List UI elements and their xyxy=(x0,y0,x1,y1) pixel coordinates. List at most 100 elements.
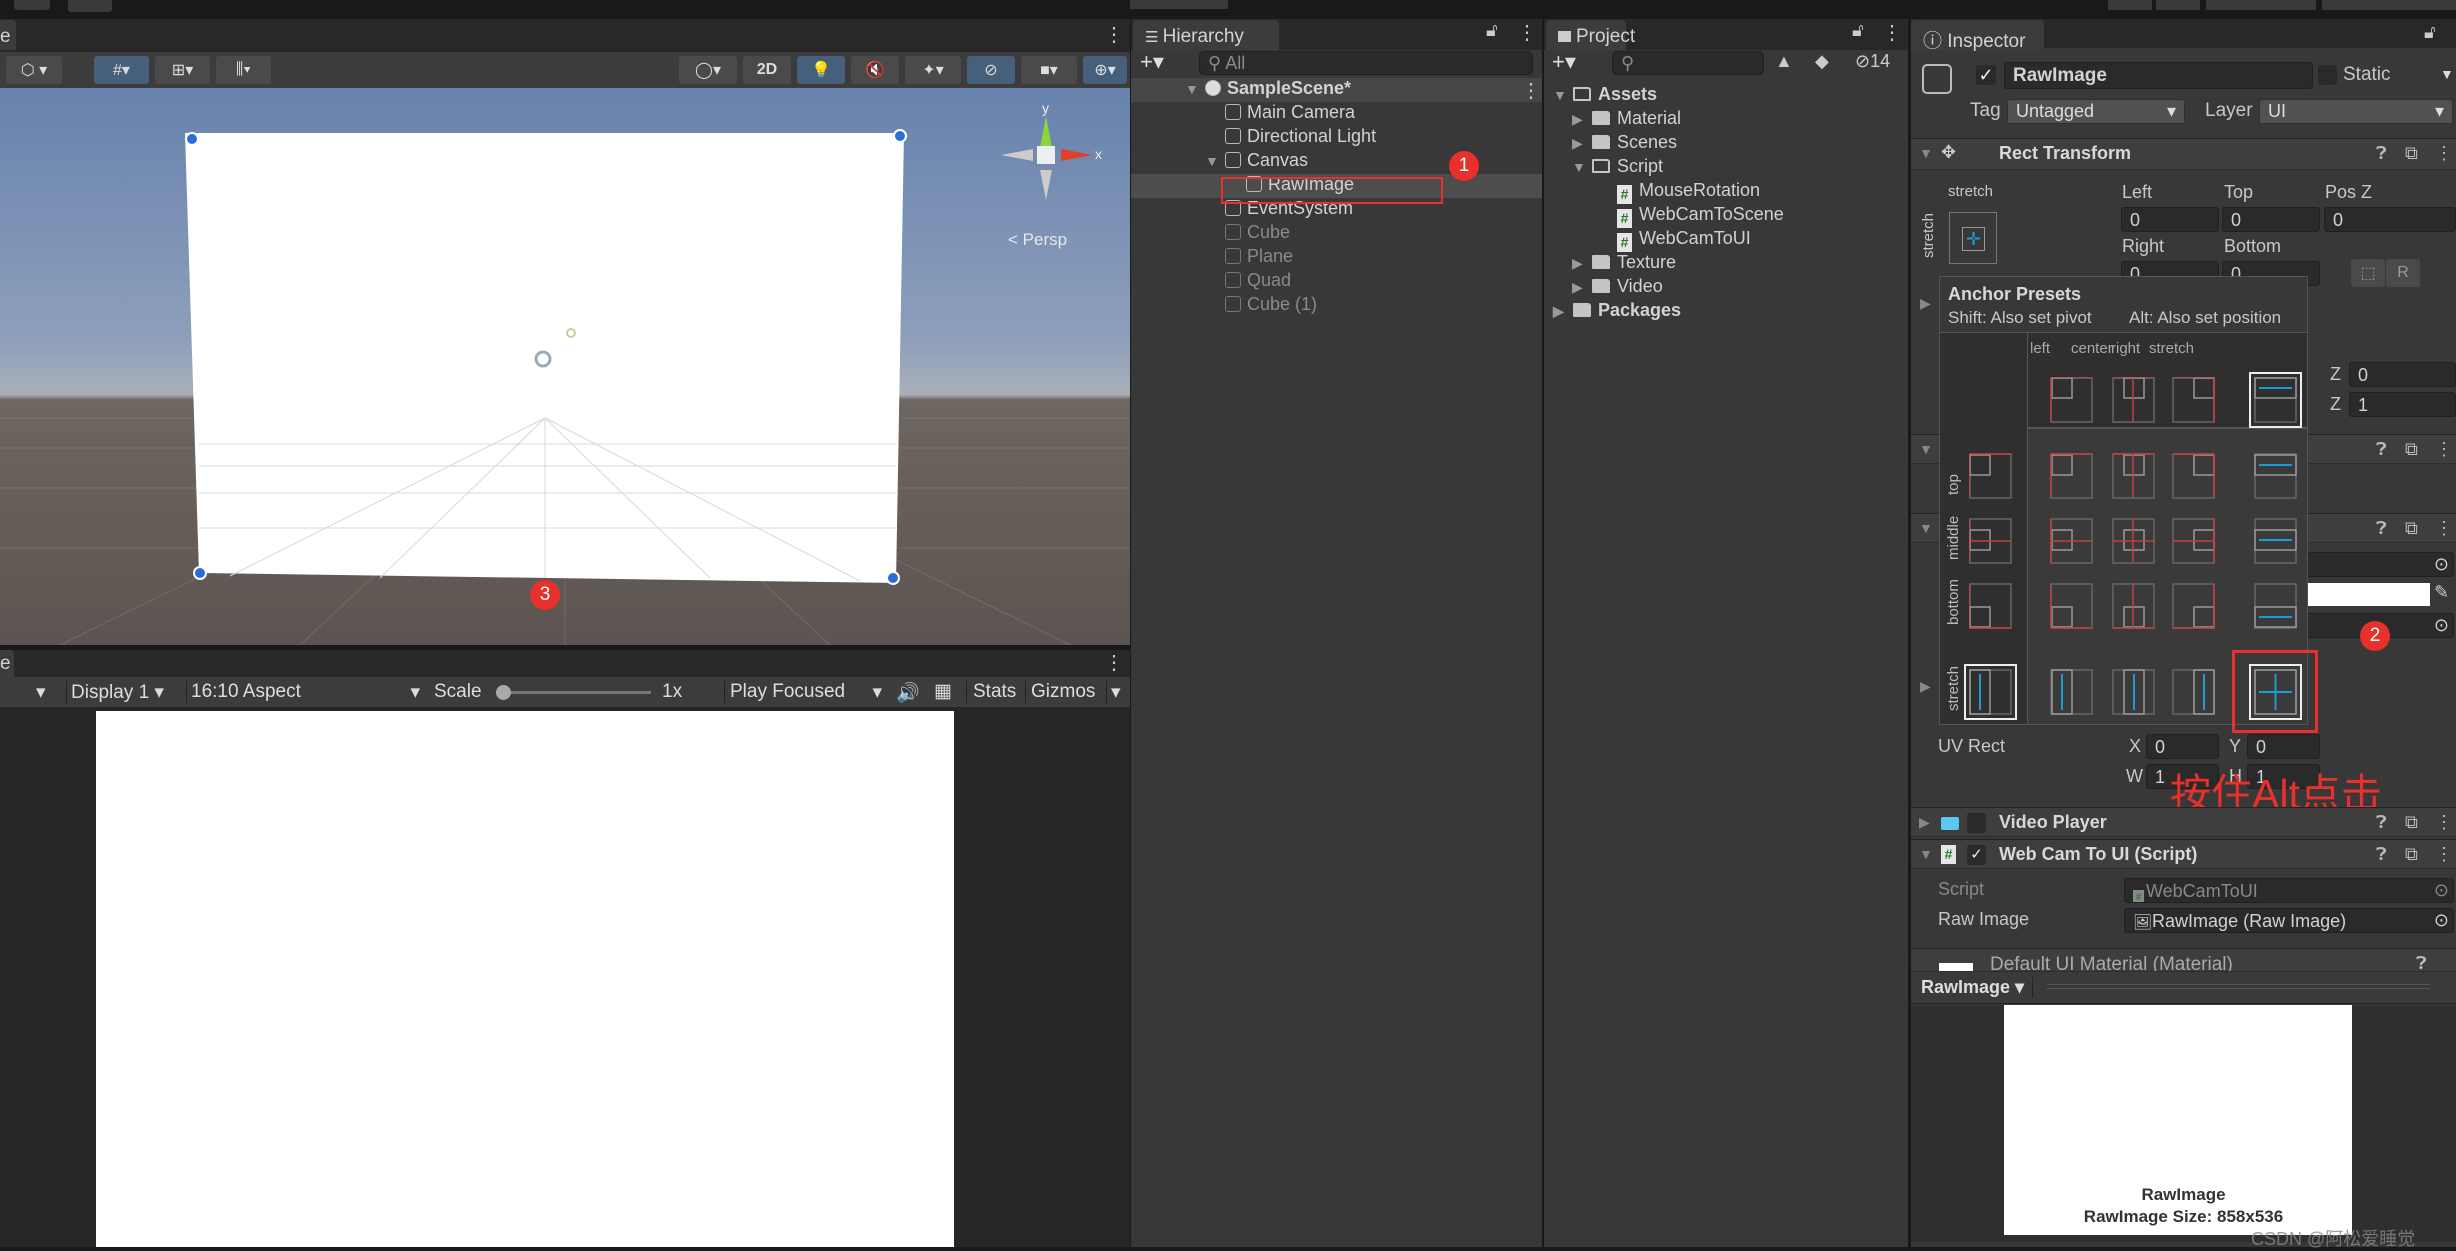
help-icon[interactable]: ❓︎ xyxy=(2376,812,2387,833)
top-input[interactable]: 0 xyxy=(2222,207,2320,232)
rotation-z-input[interactable]: 0 xyxy=(2349,362,2456,387)
more-icon[interactable]: ⋮ xyxy=(2435,439,2453,460)
expand-arrow-icon[interactable]: ▼ xyxy=(1572,159,1586,175)
anchor-preset-top-icon[interactable] xyxy=(1968,453,2012,499)
expand-arrow-icon[interactable]: ▼ xyxy=(1185,81,1199,97)
game-dropdown[interactable]: ▾ xyxy=(36,681,46,704)
hierarchy-item[interactable]: ▼ SampleScene* xyxy=(1185,78,1351,102)
hierarchy-item[interactable]: Plane xyxy=(1225,246,1293,270)
gizmos-button[interactable]: Gizmos xyxy=(1025,681,1095,703)
scale-z-input[interactable]: 1 xyxy=(2349,392,2456,417)
hierarchy-item[interactable]: ▼ Canvas xyxy=(1205,150,1308,174)
object-name-input[interactable]: RawImage xyxy=(2004,62,2313,89)
anchor-preset-bottom-icon[interactable] xyxy=(1968,583,2012,629)
aspect-dropdown[interactable]: 16:10 Aspect ▾ xyxy=(186,681,426,703)
anchor-preset-stretch-center-icon[interactable] xyxy=(2112,669,2155,715)
eyedropper-icon[interactable]: ✎ xyxy=(2434,582,2449,603)
anchor-preset-bottom-center-icon[interactable] xyxy=(2112,583,2155,629)
search-button[interactable] xyxy=(2156,0,2200,10)
collapse-arrow-icon[interactable]: ▶ xyxy=(1572,255,1583,272)
scale-slider-handle[interactable] xyxy=(496,685,511,700)
collapse-arrow-icon[interactable]: ▼ xyxy=(1919,846,1933,862)
display-dropdown[interactable]: Display 1 ▾ xyxy=(66,681,184,704)
mute-audio-icon[interactable]: 🔊 xyxy=(896,681,920,705)
collapse-arrow-icon[interactable]: ▶ xyxy=(1920,678,1931,695)
anchor-preset-middle-stretch-icon[interactable] xyxy=(2254,518,2297,564)
preview-object-dropdown[interactable]: RawImage ▾ xyxy=(1921,977,2034,998)
anchor-preset-center-icon[interactable] xyxy=(2112,376,2155,423)
audio-toggle[interactable]: 🔇 xyxy=(851,56,899,84)
uv-x-input[interactable]: 0 xyxy=(2146,734,2219,759)
grid-visibility-dropdown[interactable]: ⫼▾ xyxy=(216,56,271,84)
hidden-objects-toggle[interactable]: ⊘ xyxy=(967,56,1015,84)
object-picker-icon[interactable]: ⊙ xyxy=(2434,615,2449,636)
anchor-preset-right-icon[interactable] xyxy=(2172,376,2215,423)
preview-drag-handle[interactable] xyxy=(2047,984,2430,989)
collapse-arrow-icon[interactable]: ▼ xyxy=(1919,441,1933,457)
anchor-preset-bottom-right-icon[interactable] xyxy=(2172,583,2215,629)
object-picker-icon[interactable]: ⊙ xyxy=(2434,880,2449,901)
project-item[interactable]: ▶ Packages xyxy=(1553,300,1681,324)
help-icon[interactable]: ❓︎ xyxy=(2416,953,2427,971)
help-icon[interactable]: ❓︎ xyxy=(2376,844,2387,865)
more-icon[interactable]: ⋮ xyxy=(1104,650,1124,675)
webcam-script-enabled-checkbox[interactable]: ✓ xyxy=(1967,845,1986,865)
static-dropdown[interactable]: ▼ xyxy=(2440,66,2454,82)
collapse-arrow-icon[interactable]: ▶ xyxy=(1553,303,1564,320)
anchor-preset-left-icon[interactable] xyxy=(2050,376,2093,423)
anchor-preset-top-right-icon[interactable] xyxy=(2172,453,2215,499)
more-icon[interactable]: ⋮ xyxy=(2435,143,2453,164)
project-item[interactable]: ▶ Texture xyxy=(1572,252,1676,276)
project-item[interactable]: # WebCamToScene xyxy=(1617,204,1784,228)
more-icon[interactable]: ⋮ xyxy=(2435,518,2453,539)
video-player-header[interactable]: ▶ Video Player ❓︎ ⧉ ⋮ xyxy=(1911,807,2456,837)
effects-dropdown[interactable]: ✦▾ xyxy=(905,56,961,84)
raw-image-field[interactable]: 🖼︎RawImage (Raw Image) ⊙ xyxy=(2124,908,2454,933)
game-viewport[interactable] xyxy=(0,707,1130,1247)
anchor-preset-stretch-right-icon[interactable] xyxy=(2172,669,2215,715)
anchor-preset-middle-icon[interactable] xyxy=(1968,518,2012,564)
object-picker-icon[interactable]: ⊙ xyxy=(2434,910,2449,931)
toggle-2d-button[interactable]: 2D xyxy=(743,56,791,84)
anchor-preset-stretch-icon[interactable] xyxy=(2249,372,2302,428)
anchor-preset-middle-center-icon[interactable] xyxy=(2112,518,2155,564)
more-icon[interactable]: ⋮ xyxy=(2435,812,2453,833)
rect-transform-header[interactable]: ▼ ✥ Rect Transform ❓︎ ⧉ ⋮ xyxy=(1911,138,2456,170)
project-item[interactable]: ▼ Script xyxy=(1572,156,1663,180)
toolbar-button[interactable] xyxy=(14,0,50,10)
anchor-preset-middle-left-icon[interactable] xyxy=(2050,518,2093,564)
anchor-preset-bottom-stretch-icon[interactable] xyxy=(2254,583,2297,629)
shading-mode-dropdown[interactable]: ◯▾ xyxy=(679,56,737,84)
gizmos-dropdown-arrow[interactable]: ▾ xyxy=(1106,681,1121,704)
blueprint-mode-button[interactable]: ⬚ xyxy=(2351,259,2385,287)
project-item[interactable]: ▼ Assets xyxy=(1553,84,1657,108)
anchor-preset-top-stretch-icon[interactable] xyxy=(2254,453,2297,499)
object-picker-icon[interactable]: ⊙ xyxy=(2434,554,2449,575)
active-checkbox[interactable]: ✓ xyxy=(1976,65,1996,85)
static-checkbox[interactable] xyxy=(2318,65,2337,85)
anchor-presets-button[interactable]: ✛ xyxy=(1949,212,1997,264)
scene-more-icon[interactable]: ⋮ xyxy=(1521,78,1541,103)
project-item[interactable]: ▶ Video xyxy=(1572,276,1663,300)
project-item[interactable]: # WebCamToUI xyxy=(1617,228,1751,252)
tab-inspector[interactable]: ⓘ Inspector xyxy=(1911,20,2044,52)
collapse-arrow-icon[interactable]: ▶ xyxy=(1572,135,1583,152)
presets-icon[interactable]: ⧉ xyxy=(2405,844,2418,865)
gizmos-dropdown[interactable]: ⊕▾ xyxy=(1083,56,1127,84)
raw-edit-mode-button[interactable]: R xyxy=(2386,259,2420,287)
collapse-arrow-icon[interactable]: ▶ xyxy=(1919,814,1930,831)
collapse-arrow-icon[interactable]: ▶ xyxy=(1572,279,1583,296)
left-input[interactable]: 0 xyxy=(2121,207,2219,232)
stats-button[interactable]: Stats xyxy=(966,681,1016,703)
material-header[interactable]: Default UI Material (Material) ❓︎ xyxy=(1911,948,2456,972)
more-icon[interactable]: ⋮ xyxy=(2435,844,2453,865)
presets-icon[interactable]: ⧉ xyxy=(2405,143,2418,164)
more-icon[interactable]: ⋮ xyxy=(1104,22,1124,47)
project-item[interactable]: ▶ Material xyxy=(1572,108,1681,132)
play-mode-dropdown[interactable]: Play Focused ▾ xyxy=(724,681,886,703)
video-player-enabled-checkbox[interactable] xyxy=(1967,813,1986,833)
collapse-arrow-icon[interactable]: ▶ xyxy=(1572,111,1583,128)
anchor-preset-stretch-left-icon[interactable] xyxy=(2050,669,2093,715)
anchor-preset-stretch-icon[interactable] xyxy=(1964,664,2017,720)
anchor-preset-top-left-icon[interactable] xyxy=(2050,453,2093,499)
